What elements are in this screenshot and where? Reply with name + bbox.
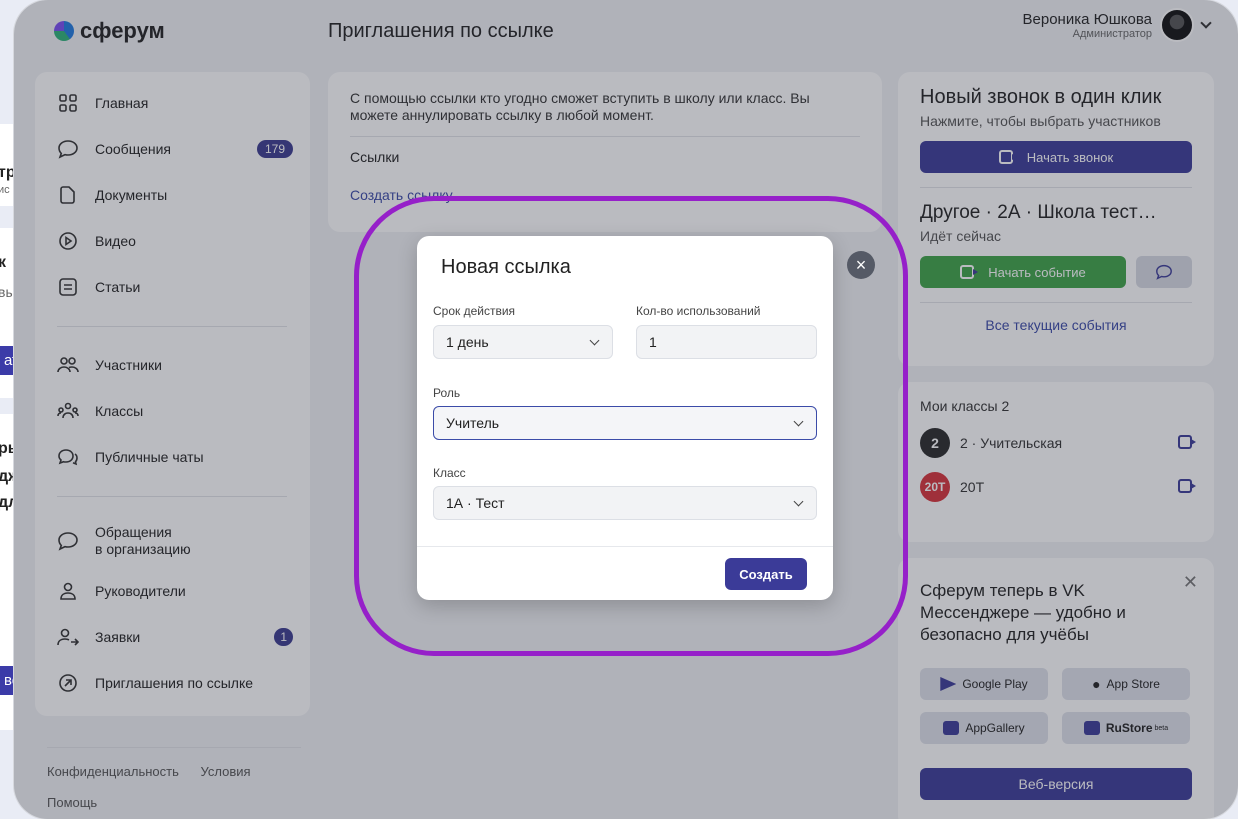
app-window: сферум Приглашения по ссылке Вероника Юш… bbox=[14, 0, 1238, 819]
highlight-ring bbox=[354, 196, 908, 656]
background-text: ис bbox=[0, 184, 10, 196]
background-text: к bbox=[0, 254, 7, 271]
